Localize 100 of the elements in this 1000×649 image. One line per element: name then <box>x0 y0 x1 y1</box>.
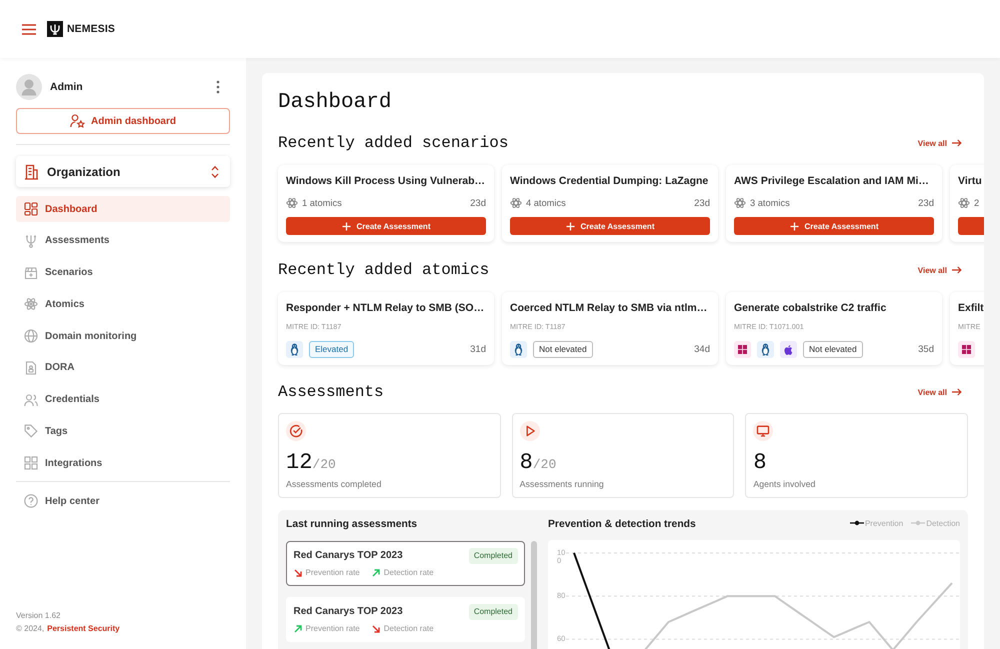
legend-label: Prevention <box>864 518 904 528</box>
age-text: 23d <box>470 198 486 208</box>
menu-icon[interactable] <box>22 24 36 34</box>
assessment-name: Red Canarys TOP 2023 <box>294 606 403 617</box>
nav-item[interactable]: Dashboard <box>16 196 230 222</box>
scenario-card[interactable]: AWS Privilege Escalation and IAM Mi… 3 atomics 23d Create Assessment <box>726 165 942 242</box>
status-tag: Completed <box>468 604 518 620</box>
create-assessment-button[interactable]: Create Assessment <box>734 217 934 235</box>
atomic-title: Exfilt <box>958 301 984 316</box>
building-icon <box>24 164 39 180</box>
tag-icon <box>24 424 38 438</box>
age-text: 34d <box>694 344 710 354</box>
version-text: Version 1.62 <box>16 610 62 622</box>
atom-icon <box>734 197 746 209</box>
arrow-up-right-icon <box>294 624 302 632</box>
stat-value: 8 <box>753 452 767 474</box>
scenario-title: Windows Kill Process Using Vulnerab… <box>286 174 486 189</box>
arrow-down-right-icon <box>372 624 380 632</box>
scenario-title: Windows Credential Dumping: LaZagne <box>510 174 710 189</box>
arrow-right-icon <box>952 266 962 274</box>
grid-icon <box>24 456 38 470</box>
legend-line-icon <box>911 520 926 526</box>
assessment-name: Red Canarys TOP 2023 <box>294 550 403 561</box>
privilege-tag: Not elevated <box>533 340 593 358</box>
create-assessment-button[interactable]: Create Assessment <box>510 217 710 235</box>
atomics-count: 4 atomics <box>526 198 566 208</box>
plus-icon <box>790 222 799 230</box>
arrow-down-right-icon <box>294 568 302 576</box>
scenario-card[interactable]: Windows Kill Process Using Vulnerab… 1 atomics 23d Create Assessment <box>278 165 494 242</box>
trident-icon <box>24 234 38 248</box>
age-text: 23d <box>694 198 710 208</box>
atomics-count: 1 atomics <box>302 198 342 208</box>
arrow-right-icon <box>952 388 962 396</box>
age-text: 23d <box>918 198 934 208</box>
penguin-icon <box>510 340 527 358</box>
dashboard-icon <box>24 202 38 216</box>
stat-label: Agents involved <box>753 478 816 490</box>
age-text: 31d <box>470 344 486 354</box>
window-panes-icon <box>958 340 975 358</box>
stat-total: /20 <box>532 457 556 472</box>
atom-icon <box>510 197 522 209</box>
age-text: 35d <box>918 344 934 354</box>
view-all-link[interactable]: View all <box>918 138 962 148</box>
more-options-icon[interactable] <box>216 80 220 94</box>
assessment-card[interactable]: Red Canarys TOP 2023 Completed Prevention rate Detection rate <box>286 597 525 642</box>
status-tag: Completed <box>468 548 518 564</box>
stat-total: /20 <box>312 457 336 472</box>
company-link[interactable]: Persistent Security <box>47 624 120 633</box>
nav-item[interactable]: Domain monitoring <box>16 323 230 349</box>
monitor-icon <box>753 421 774 441</box>
privilege-tag: Elevated <box>309 340 354 358</box>
legend-label: Detection <box>926 518 960 528</box>
chevron-up-down-icon <box>211 164 219 178</box>
section-title: Recently added scenarios <box>278 133 508 153</box>
atom-icon <box>24 297 38 312</box>
nav-item[interactable]: DORA <box>16 354 230 381</box>
nav-item[interactable]: Assessments <box>16 228 230 254</box>
globe-icon <box>24 329 38 343</box>
penguin-icon <box>286 340 303 358</box>
rate-label: Detection rate <box>384 568 434 577</box>
create-assessment-button[interactable]: Create Assessment <box>286 217 486 235</box>
nav-item[interactable]: Atomics <box>16 291 230 318</box>
nav-item[interactable]: Scenarios <box>16 260 230 286</box>
section-title: Assessments <box>278 382 384 402</box>
help-center-link[interactable]: Help center <box>16 488 230 514</box>
clapperboard-icon <box>24 266 38 280</box>
page-title: Dashboard <box>278 90 392 116</box>
user-star-icon <box>70 114 85 128</box>
atomics-count: 2 <box>974 198 980 208</box>
users-icon <box>24 392 38 406</box>
assessment-card[interactable]: Red Canarys TOP 2023 Completed Prevention rate Detection rate <box>286 541 525 586</box>
scenario-title: AWS Privilege Escalation and IAM Mi… <box>734 174 930 189</box>
apple-icon <box>780 340 797 358</box>
rate-label: Prevention rate <box>306 568 360 577</box>
window-panes-icon <box>734 340 751 358</box>
nav-item[interactable]: Integrations <box>16 450 230 476</box>
view-all-link[interactable]: View all <box>918 266 962 274</box>
trident-logo-icon <box>47 21 63 37</box>
stat-value: 8 <box>520 452 533 474</box>
rate-label: Detection rate <box>384 624 434 633</box>
privilege-tag: Not elevated <box>803 340 863 358</box>
scenario-card[interactable]: Windows Credential Dumping: LaZagne 4 atomics 23d Create Assessment <box>502 165 718 242</box>
scenario-card[interactable]: Virtu 2 <box>950 165 984 242</box>
stat-label: Assessments running <box>520 478 604 490</box>
brand-name: NEMESIS <box>67 23 115 35</box>
panel-title: Last running assessments <box>286 518 418 532</box>
admin-dashboard-button[interactable]: Admin dashboard <box>16 108 230 134</box>
atom-icon <box>958 197 970 209</box>
chart-title: Prevention & detection trends <box>548 518 696 532</box>
scrollbar-thumb[interactable] <box>531 541 537 649</box>
scenario-title: Virtu <box>958 174 983 189</box>
help-icon <box>24 494 38 508</box>
document-icon <box>24 360 38 375</box>
play-icon <box>520 421 540 441</box>
legend-line-icon <box>850 520 864 526</box>
view-all-link[interactable]: View all <box>918 388 962 396</box>
organization-selector[interactable]: Organization <box>16 156 230 187</box>
nav-item[interactable]: Tags <box>16 418 230 444</box>
nav-item[interactable]: Credentials <box>16 386 230 412</box>
user-name: Admin <box>50 81 83 93</box>
